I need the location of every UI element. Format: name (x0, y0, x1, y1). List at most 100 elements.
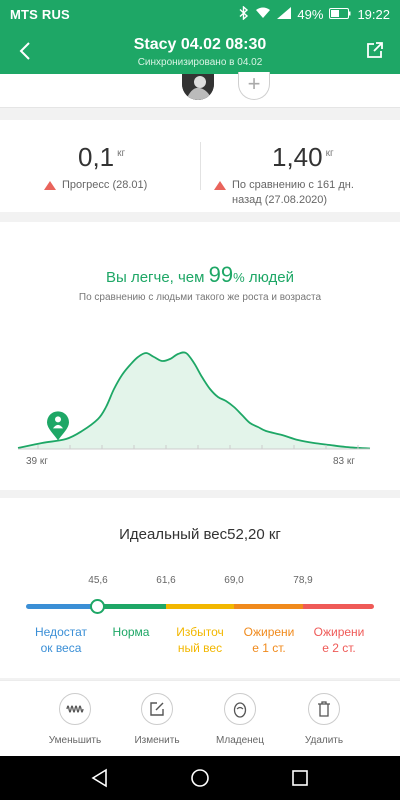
progress-desc: Прогресс (28.01) (62, 179, 148, 191)
distribution-area (18, 352, 370, 449)
weight-distribution-card: Вы легче, чем 99% людей По сравнению с л… (0, 222, 400, 490)
category-obese2-line1: Ожирени (313, 625, 365, 639)
nav-recents-icon (292, 770, 308, 786)
stats-card: 0,1 кг Прогресс (28.01) 1,40 кг По сравнен… (0, 120, 400, 212)
category-obese2-line2: е 2 ст. (322, 641, 356, 655)
bmi-tick-1: 45,6 (88, 575, 108, 586)
x-min-label: 39 кг (26, 456, 48, 467)
comparison-value: 1,40 (272, 142, 323, 172)
comparison-headline: Вы легче, чем 99% людей (0, 262, 400, 288)
bmi-marker (90, 599, 105, 614)
user-switcher: + (0, 72, 400, 108)
edit-button-circle (141, 693, 173, 725)
bmi-segment-underweight (26, 604, 98, 609)
trend-up-icon (214, 180, 226, 190)
ideal-weight-card: Идеальный вес52,20 кг 45,6 61,6 69,0 78,… (0, 498, 400, 678)
nav-home-icon (191, 769, 209, 787)
category-overweight-line2: ный вес (177, 641, 223, 655)
category-underweight-line2: ок веса (40, 641, 82, 655)
bmi-tick-4: 78,9 (293, 575, 313, 586)
nav-recents-button[interactable] (288, 766, 312, 790)
carrier-name: MTS RUS (10, 6, 70, 22)
share-button[interactable] (362, 37, 388, 63)
edit-button[interactable]: Изменить (122, 693, 192, 746)
delete-button[interactable]: Удалить (289, 693, 359, 746)
progress-value-wrap: 0,1 кг (78, 142, 125, 173)
comparison-value-wrap: 1,40 кг (272, 142, 334, 173)
delete-label: Удалить (304, 735, 344, 746)
reduce-label: Уменьшить (48, 735, 102, 746)
comparison-desc-wrap: По сравнению с 161 дн. назад (27.08.2020… (214, 178, 354, 208)
baby-button[interactable]: Младенец (205, 693, 275, 746)
status-icons: 49% 19:22 (239, 4, 390, 23)
comparison-desc-line2: назад (27.08.2020) (232, 194, 328, 206)
user-position-marker (47, 411, 69, 441)
marker-person-head (55, 416, 61, 423)
baby-label: Младенец (216, 735, 264, 746)
category-normal-line1: Норма (112, 625, 150, 639)
ideal-weight-unit: кг (268, 526, 281, 543)
bluetooth-icon (239, 4, 249, 23)
x-max-label: 83 кг (333, 456, 355, 467)
bmi-segment-overweight (166, 604, 234, 609)
category-underweight-line1: Недостат (34, 625, 88, 639)
bmi-segment-normal (98, 604, 166, 609)
nav-back-button[interactable] (88, 766, 112, 790)
baby-button-circle (224, 693, 256, 725)
share-icon (367, 42, 383, 58)
distribution-chart: 39 кг 83 кг (17, 351, 371, 467)
bmi-segment-obese2 (303, 604, 374, 609)
category-obese1-line2: е 1 ст. (252, 641, 286, 655)
comparison-unit: кг (325, 148, 334, 159)
bmi-tick-2: 61,6 (156, 575, 176, 586)
progress-stat: 0,1 кг Прогресс (28.01) (0, 120, 200, 212)
bmi-tick-3: 69,0 (224, 575, 244, 586)
category-underweight: Недостат ок веса (26, 624, 96, 656)
wifi-icon (255, 7, 271, 22)
category-normal: Норма (96, 624, 166, 640)
headline-percent-sign: % (233, 270, 245, 285)
ideal-weight-title: Идеальный вес52,20 кг (0, 526, 400, 543)
progress-desc-wrap: Прогресс (28.01) (44, 178, 147, 193)
clock: 19:22 (357, 6, 390, 22)
avatar[interactable] (182, 74, 214, 100)
comparison-subtitle: По сравнению с людьми такого же роста и … (78, 292, 322, 303)
waveform-icon (66, 705, 84, 713)
battery-icon (329, 7, 351, 22)
action-bar: Уменьшить Изменить Младенец Удалить (0, 680, 400, 756)
app-header: Stacy 04.02 08:30 Синхронизировано в 04.… (0, 28, 400, 74)
category-overweight-line1: Избыточ (176, 625, 224, 639)
headline-suffix: людей (244, 269, 295, 286)
edit-label: Изменить (134, 735, 180, 746)
comparison-stat: 1,40 кг По сравнению с 161 дн. назад (27.… (200, 120, 400, 212)
bmi-segment-obese1 (234, 604, 303, 609)
progress-unit: кг (117, 148, 126, 159)
category-overweight: Избыточ ный вес (165, 624, 235, 656)
delete-button-circle (308, 693, 340, 725)
reduce-button[interactable]: Уменьшить (40, 693, 110, 746)
category-obese1: Ожирени е 1 ст. (234, 624, 304, 656)
battery-percent: 49% (297, 6, 324, 22)
user-photo-icon (182, 74, 214, 100)
system-nav-bar (0, 756, 400, 800)
progress-value: 0,1 (78, 142, 115, 172)
ideal-weight-label: Идеальный вес (119, 526, 228, 543)
signal-icon (277, 6, 292, 22)
headline-prefix: Вы легче, чем (105, 269, 209, 286)
status-bar: MTS RUS 49% 19:22 (0, 0, 400, 28)
category-obese2: Ожирени е 2 ст. (304, 624, 374, 656)
baby-icon (233, 702, 247, 718)
add-user-button[interactable]: + (238, 72, 270, 100)
headline-percent: 99 (208, 262, 234, 287)
nav-home-button[interactable] (188, 766, 212, 790)
comparison-desc-line1: По сравнению с 161 дн. (232, 179, 354, 191)
sync-status: Синхронизировано в 04.02 (137, 57, 263, 68)
category-obese1-line1: Ожирени (243, 625, 295, 639)
reduce-button-circle (59, 693, 91, 725)
page-title: Stacy 04.02 08:30 (133, 36, 267, 53)
edit-icon (150, 702, 164, 716)
ideal-weight-value: 52,20 (227, 526, 265, 543)
trash-icon (318, 701, 330, 717)
nav-back-icon (91, 768, 107, 788)
trend-up-icon (44, 180, 56, 190)
